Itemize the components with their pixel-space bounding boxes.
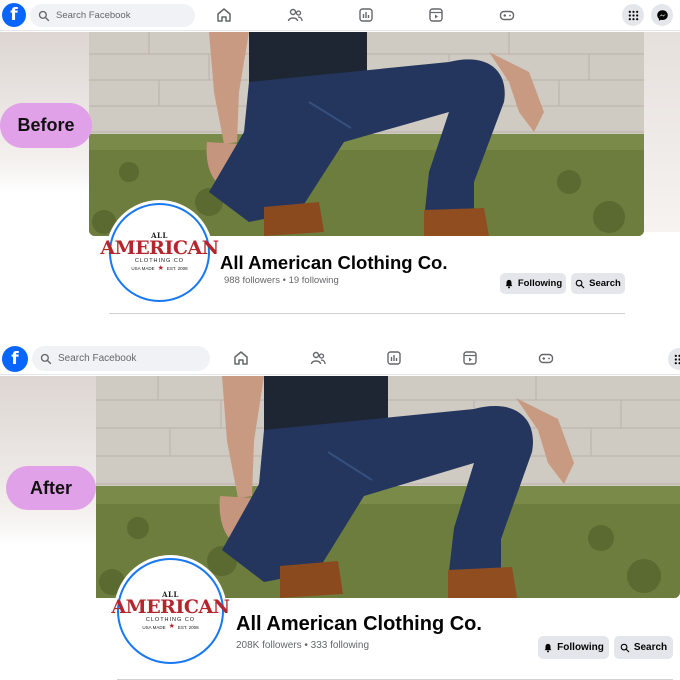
following-button[interactable]: Following <box>500 273 566 294</box>
search-icon <box>620 643 630 652</box>
logo-usa-made: USA MADE <box>131 266 155 272</box>
top-navbar: f Search Facebook <box>0 342 680 375</box>
side-background-right <box>644 32 680 232</box>
search-button-label: Search <box>589 278 621 289</box>
friends-icon[interactable] <box>310 350 326 366</box>
reels-icon[interactable] <box>462 350 478 366</box>
following-label: Following <box>557 642 604 653</box>
menu-grid-button[interactable] <box>668 348 680 370</box>
page-stats[interactable]: 988 followers • 19 following <box>224 275 339 286</box>
following-label: Following <box>517 278 563 289</box>
feeds-icon[interactable] <box>358 7 374 23</box>
logo-clothing-co: CLOTHING CO <box>134 258 185 264</box>
profile-avatar[interactable]: ALL AMERICAN CLOTHING CO USA MADE ★ EST.… <box>111 558 230 664</box>
page-search-button[interactable]: Search <box>571 273 625 294</box>
bell-icon <box>505 279 513 288</box>
following-button[interactable]: Following <box>538 636 609 659</box>
home-icon[interactable] <box>216 7 232 23</box>
logo-usa-made: USA MADE <box>142 624 166 630</box>
logo-american: AMERICAN <box>111 595 230 618</box>
search-button-label: Search <box>633 642 668 653</box>
search-input[interactable]: Search Facebook <box>32 346 210 371</box>
after-label: After <box>6 466 96 510</box>
messenger-icon <box>656 9 668 21</box>
search-placeholder: Search Facebook <box>56 10 131 21</box>
friends-icon[interactable] <box>287 7 303 23</box>
search-icon <box>40 353 52 364</box>
gaming-icon[interactable] <box>538 350 554 366</box>
bell-icon <box>544 643 552 652</box>
side-background <box>0 376 96 546</box>
gaming-icon[interactable] <box>499 7 515 23</box>
search-icon <box>38 10 50 21</box>
profile-avatar[interactable]: ALL AMERICAN CLOTHING CO USA MADE ★ EST.… <box>100 203 219 302</box>
star-icon: ★ <box>157 264 164 272</box>
logo-subline: USA MADE ★ EST. 2008 <box>142 623 198 631</box>
search-placeholder: Search Facebook <box>58 353 137 364</box>
before-panel: f Search Facebook Before ALL AMERICAN CL… <box>0 0 680 340</box>
feeds-icon[interactable] <box>386 350 402 366</box>
messenger-button[interactable] <box>651 4 673 26</box>
logo-american: AMERICAN <box>100 237 219 259</box>
logo-est: EST. 2008 <box>177 624 199 630</box>
before-label: Before <box>0 103 92 148</box>
top-navbar: f Search Facebook <box>0 0 680 31</box>
search-input[interactable]: Search Facebook <box>30 4 195 27</box>
facebook-logo[interactable]: f <box>2 346 28 372</box>
after-panel: f Search Facebook After ALL AMERICAN CLO… <box>0 342 680 680</box>
home-icon[interactable] <box>233 350 249 366</box>
page-title[interactable]: All American Clothing Co. <box>220 252 448 274</box>
logo-subline: USA MADE ★ EST. 2008 <box>131 265 187 273</box>
divider <box>109 313 625 314</box>
star-icon: ★ <box>168 623 175 631</box>
menu-grid-icon <box>628 10 638 20</box>
menu-grid-button[interactable] <box>622 4 644 26</box>
page-stats[interactable]: 208K followers • 333 following <box>236 640 369 651</box>
reels-icon[interactable] <box>428 7 444 23</box>
facebook-logo[interactable]: f <box>2 3 26 27</box>
page-search-button[interactable]: Search <box>614 636 673 659</box>
page-title[interactable]: All American Clothing Co. <box>236 613 482 636</box>
search-icon <box>575 279 585 288</box>
logo-est: EST. 2008 <box>166 266 188 272</box>
menu-grid-icon <box>674 354 680 364</box>
